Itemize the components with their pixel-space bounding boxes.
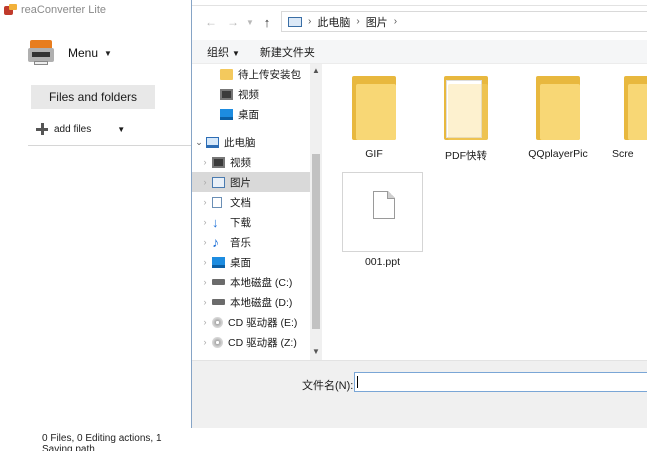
folder-label: Scre xyxy=(612,148,634,160)
tree-item[interactable]: › CD 驱动器 (E:) xyxy=(192,312,310,332)
tree-item[interactable]: › 桌面 xyxy=(192,252,310,272)
chevron-right-icon[interactable]: › xyxy=(198,257,212,267)
tree-item-pictures[interactable]: › 图片 xyxy=(192,172,310,192)
folder-label: QQplayerPic xyxy=(528,148,588,160)
folder-item-gif[interactable]: GIF xyxy=(334,64,414,160)
scrollbar-thumb[interactable] xyxy=(312,154,320,329)
recent-dropdown-icon[interactable]: ▼ xyxy=(244,18,256,27)
chevron-right-icon[interactable]: › xyxy=(198,277,212,287)
divider xyxy=(28,145,191,146)
menu-label: Menu xyxy=(68,46,99,60)
add-files-label: add files xyxy=(54,123,92,135)
add-files-button[interactable]: add files ▼ xyxy=(36,123,125,135)
pictures-icon xyxy=(212,176,225,188)
filename-panel: 文件名(N): xyxy=(192,360,647,428)
tree-item[interactable]: 待上传安装包 xyxy=(192,64,310,84)
reaconverter-panel: reaConverter Lite Menu ▼ Files and folde… xyxy=(0,0,191,451)
tree-item[interactable]: › 本地磁盘 (C:) xyxy=(192,272,310,292)
folder-label: GIF xyxy=(365,148,383,160)
computer-icon xyxy=(206,136,219,148)
forward-arrow-icon[interactable]: → xyxy=(222,15,244,29)
chevron-right-icon[interactable]: › xyxy=(198,337,212,347)
chevron-right-icon[interactable]: › xyxy=(198,177,212,187)
desktop-icon xyxy=(220,108,233,120)
chevron-right-icon[interactable]: › xyxy=(394,16,397,27)
file-label[interactable]: 001.ppt xyxy=(342,256,423,268)
music-icon: ♪ xyxy=(212,233,219,250)
chevron-down-icon: ▼ xyxy=(232,48,240,58)
back-arrow-icon[interactable]: ← xyxy=(200,15,222,29)
chevron-right-icon[interactable]: › xyxy=(198,237,212,247)
files-and-folders-button[interactable]: Files and folders xyxy=(31,85,155,109)
video-icon xyxy=(220,88,233,100)
document-icon xyxy=(212,196,222,208)
menu-button[interactable]: Menu ▼ xyxy=(28,40,112,66)
pictures-location-icon xyxy=(288,16,302,27)
printer-menu-icon xyxy=(28,40,56,66)
dialog-title-bar xyxy=(192,0,647,6)
folder-icon xyxy=(624,76,647,140)
chevron-right-icon[interactable]: › xyxy=(198,217,212,227)
app-title: reaConverter Lite xyxy=(21,4,106,16)
filename-input[interactable] xyxy=(354,372,647,392)
download-icon: ↓ xyxy=(212,214,219,230)
menu-caret-icon: ▼ xyxy=(104,48,112,58)
chevron-right-icon[interactable]: › xyxy=(198,317,212,327)
chevron-right-icon: › xyxy=(356,16,360,27)
navigation-tree: 待上传安装包 视频 桌面 ⌄ 此电脑 › 视频 › 图片 › 文档 › ↓ 下载 › ♪ 音乐 … xyxy=(192,64,322,360)
dialog-toolbar: 组织 ▼ 新建文件夹 xyxy=(192,40,647,64)
tree-item-this-pc[interactable]: ⌄ 此电脑 xyxy=(192,132,310,152)
tree-item[interactable]: 视频 xyxy=(192,84,310,104)
tree-item[interactable]: › 本地磁盘 (D:) xyxy=(192,292,310,312)
tree-item[interactable]: › 文档 xyxy=(192,192,310,212)
chevron-right-icon: › xyxy=(308,16,312,27)
folder-icon xyxy=(220,68,233,80)
cd-drive-icon xyxy=(212,336,223,348)
file-dialog: ← → ▼ ↑ › 此电脑 › 图片 › 组织 ▼ 新建文件夹 待上传安装包 视频… xyxy=(191,0,647,428)
file-list: GIF PDF快转 QQplayerPic Scre 001.ppt xyxy=(324,64,647,360)
desktop-icon xyxy=(212,256,225,268)
drive-icon xyxy=(212,279,225,285)
file-icon xyxy=(373,191,395,219)
folder-item-screenshots[interactable]: Scre xyxy=(610,64,647,160)
organize-button[interactable]: 组织 ▼ xyxy=(207,44,240,60)
app-title-bar: reaConverter Lite xyxy=(4,3,106,17)
tree-item[interactable]: 桌面 xyxy=(192,104,310,124)
breadcrumb-pictures[interactable]: 图片 xyxy=(366,14,388,30)
scroll-up-icon[interactable]: ▲ xyxy=(310,66,322,75)
tree-item[interactable]: › ↓ 下载 xyxy=(192,212,310,232)
chevron-right-icon[interactable]: › xyxy=(198,197,212,207)
tree-item[interactable]: › CD 驱动器 (Z:) xyxy=(192,332,310,352)
file-item-selected[interactable] xyxy=(342,172,423,252)
folder-item-qqplayerpic[interactable]: QQplayerPic xyxy=(518,64,598,160)
screen: reaConverter Lite Menu ▼ Files and folde… xyxy=(0,0,647,451)
plus-icon xyxy=(36,123,48,135)
tree-item[interactable]: › 视频 xyxy=(192,152,310,172)
folder-label: PDF快转 xyxy=(445,150,487,162)
scroll-down-icon[interactable]: ▼ xyxy=(310,347,322,356)
breadcrumb-this-pc[interactable]: 此电脑 xyxy=(317,14,350,30)
address-bar[interactable]: › 此电脑 › 图片 › xyxy=(281,11,647,32)
drive-icon xyxy=(212,299,225,305)
reaconverter-logo-icon xyxy=(4,4,17,16)
status-bar: 0 Files, 0 Editing actions, 1 Saving pat… xyxy=(42,433,162,451)
folder-item-pdf[interactable]: PDF快转 xyxy=(426,64,506,163)
chevron-right-icon[interactable]: › xyxy=(198,157,212,167)
filename-label: 文件名(N): xyxy=(302,380,354,392)
folder-icon xyxy=(536,76,580,140)
folder-icon xyxy=(352,76,396,140)
folder-with-files-icon xyxy=(444,76,488,140)
up-arrow-icon[interactable]: ↑ xyxy=(256,15,278,30)
cd-drive-icon xyxy=(212,316,223,328)
tree-scrollbar[interactable]: ▲ ▼ xyxy=(310,64,322,360)
chevron-right-icon[interactable]: › xyxy=(198,297,212,307)
new-folder-button[interactable]: 新建文件夹 xyxy=(260,44,315,60)
chevron-down-icon[interactable]: ⌄ xyxy=(192,137,206,148)
tree-item[interactable]: › ♪ 音乐 xyxy=(192,232,310,252)
add-files-dropdown-icon[interactable]: ▼ xyxy=(117,125,125,134)
video-icon xyxy=(212,156,225,168)
